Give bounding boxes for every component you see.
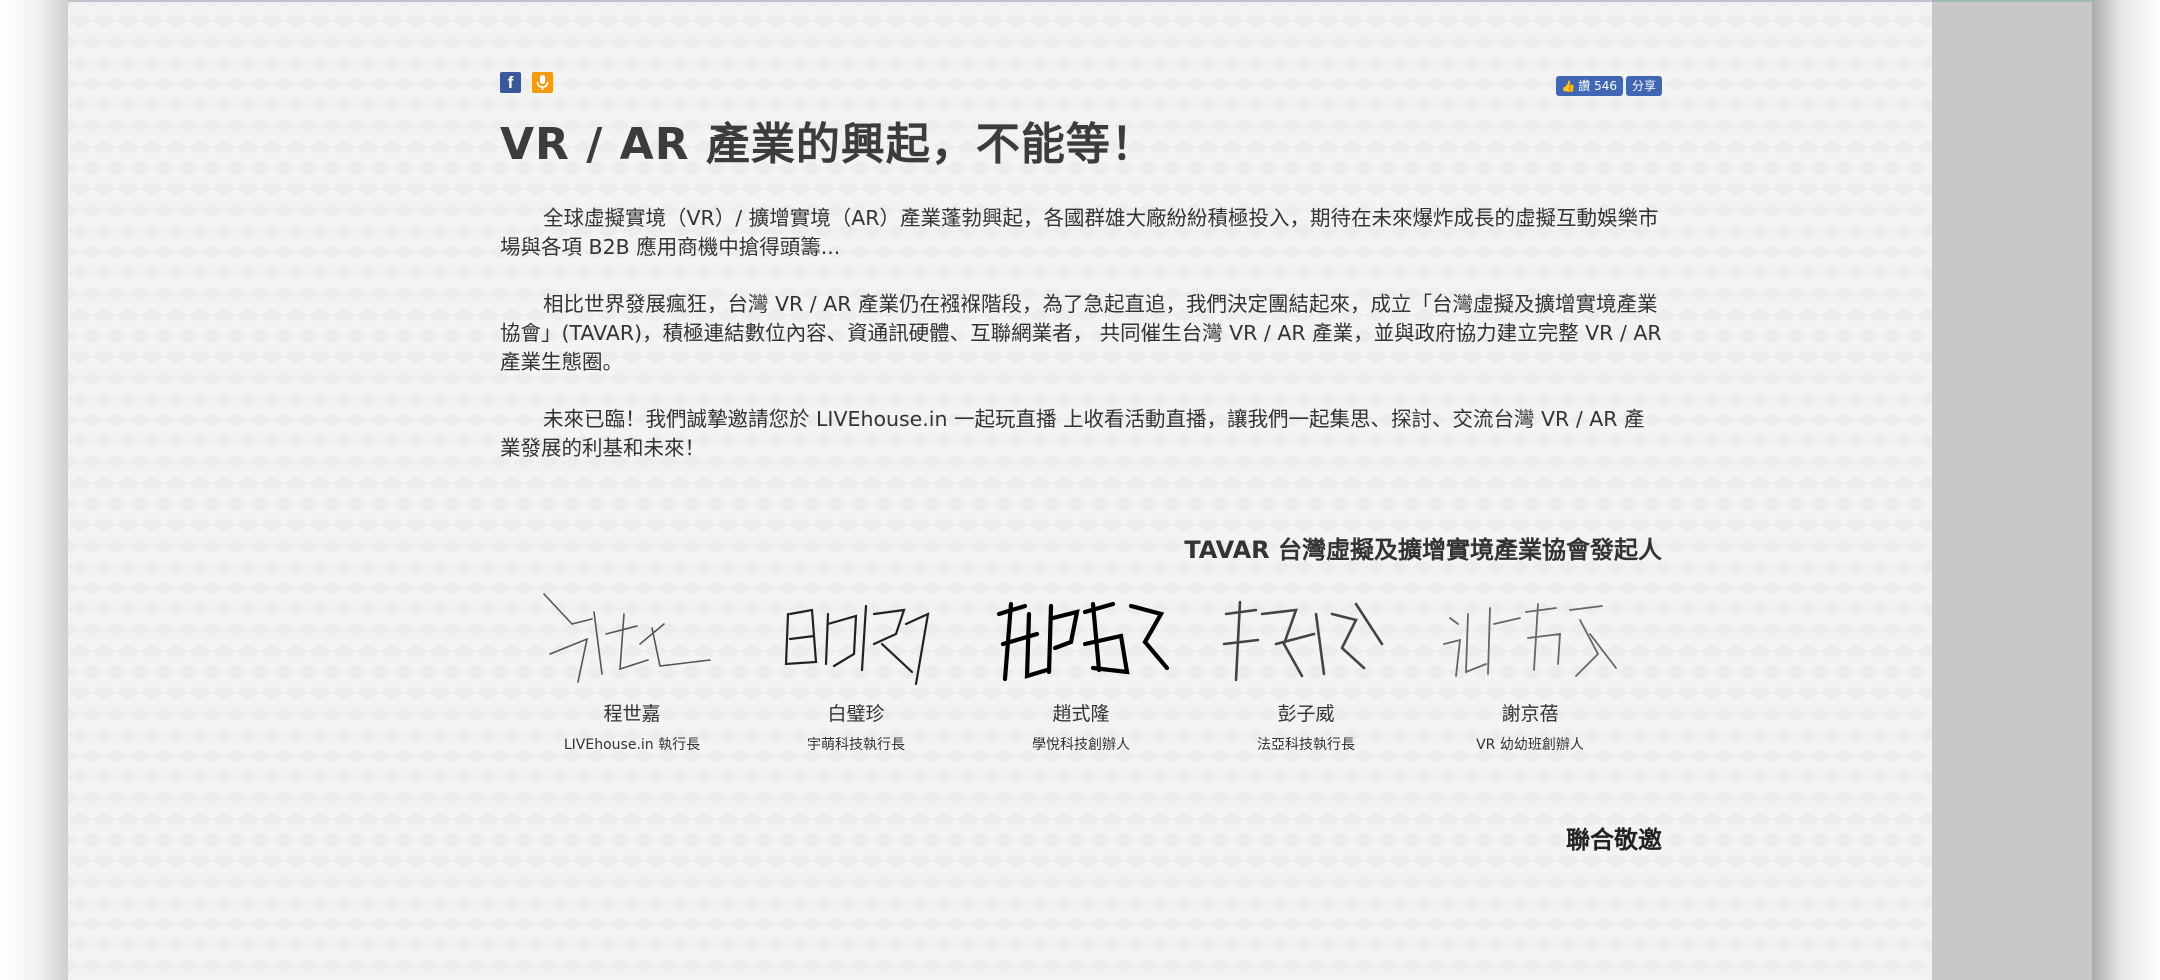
article-paragraph-2: 相比世界發展瘋狂，台灣 VR / AR 產業仍在襁褓階段，為了急起直追，我們決定… xyxy=(500,292,1662,374)
founder-title: 宇萌科技執行長 xyxy=(807,737,905,753)
joint-invitation: 聯合敬邀 xyxy=(1566,826,1662,854)
top-rule xyxy=(68,0,1932,2)
founder-name: 趙式隆 xyxy=(1052,703,1110,725)
right-gutter xyxy=(1932,0,2092,980)
left-page-margin xyxy=(0,0,68,980)
founder-name: 程世嘉 xyxy=(603,703,661,725)
facebook-like-widget: 👍 讚 546 分享 xyxy=(1553,76,1662,96)
article-paragraph-1: 全球虛擬實境（VR）/ 擴增實境（AR）產業蓬勃興起，各國群雄大廠紛紛積極投入，… xyxy=(500,206,1659,259)
founder-title: 學悅科技創辦人 xyxy=(1032,737,1130,753)
founder-card: 程世嘉 LIVEhouse.in 執行長 xyxy=(532,584,732,754)
share-icons: f xyxy=(500,72,559,94)
thumbs-up-icon: 👍 xyxy=(1561,80,1576,93)
founder-name: 彭子威 xyxy=(1277,703,1335,725)
founders-heading: TAVAR 台灣虛擬及擴增實境產業協會發起人 xyxy=(1184,536,1662,564)
handwritten-signature xyxy=(1222,600,1384,682)
microphone-glyph xyxy=(536,75,549,90)
founder-title: LIVEhouse.in 執行長 xyxy=(563,737,701,753)
microphone-icon[interactable] xyxy=(532,72,554,93)
right-page-margin xyxy=(2092,0,2160,980)
page-title: VR / AR 產業的興起，不能等！ xyxy=(500,119,1156,170)
like-label: 讚 xyxy=(1578,79,1591,93)
founder-title: VR 幼幼班創辦人 xyxy=(1476,737,1584,753)
like-count: 546 xyxy=(1594,79,1617,93)
handwritten-signature xyxy=(1443,603,1617,677)
signature-row: 程世嘉 LIVEhouse.in 執行長 白璧珍 宇萌科技執行長 趙式隆 學悅科… xyxy=(532,584,1662,844)
handwritten-signature xyxy=(996,601,1170,682)
founder-card: 趙式隆 學悅科技創辦人 xyxy=(981,584,1181,754)
handwritten-signature xyxy=(543,593,711,683)
founder-name: 謝京蓓 xyxy=(1501,703,1559,725)
share-button[interactable]: 分享 xyxy=(1625,76,1662,96)
founder-card: 謝京蓓 VR 幼幼班創辦人 xyxy=(1430,584,1630,754)
article-paragraph-3: 未來已臨！我們誠摯邀請您於 LIVEhouse.in 一起玩直播 上收看活動直播… xyxy=(500,407,1645,460)
like-button[interactable]: 👍 讚 546 xyxy=(1555,76,1623,96)
founder-name: 白璧珍 xyxy=(827,703,885,725)
facebook-icon[interactable]: f xyxy=(500,72,521,93)
handwritten-signature xyxy=(784,604,930,686)
founder-card: 彭子威 法亞科技執行長 xyxy=(1206,584,1406,754)
article-body: 全球虛擬實境（VR）/ 擴增實境（AR）產業蓬勃興起，各國群雄大廠紛紛積極投入，… xyxy=(500,204,1662,491)
founder-title: 法亞科技執行長 xyxy=(1257,737,1355,753)
founder-card: 白璧珍 宇萌科技執行長 xyxy=(756,584,956,754)
